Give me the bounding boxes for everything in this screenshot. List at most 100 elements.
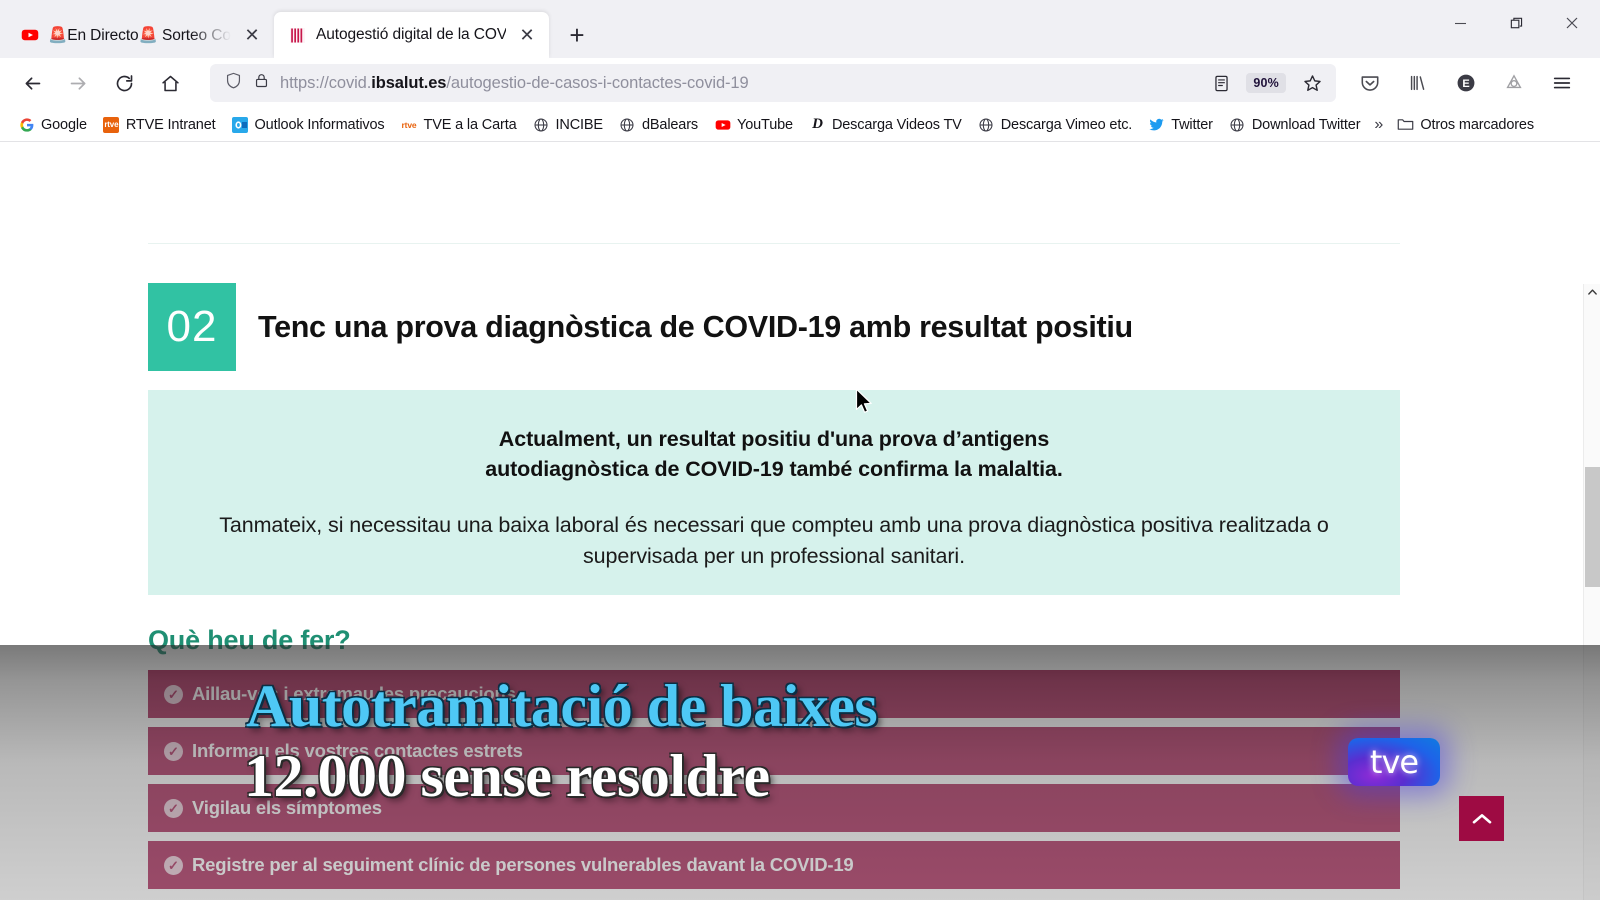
minimize-icon[interactable]: [1432, 0, 1488, 46]
action-bar-label: Registre per al seguiment clínic de pers…: [192, 854, 854, 875]
google-icon: [18, 116, 35, 133]
home-button[interactable]: [150, 63, 190, 103]
faint-divider: [148, 243, 1400, 244]
youtube-icon: [714, 116, 731, 133]
broadcast-headline-line-2: 12.000 sense resoldre: [244, 743, 770, 809]
bookmark-star-icon[interactable]: [1296, 63, 1328, 103]
tab-autogestio-covid[interactable]: Autogestió digital de la COVID- ✕: [274, 12, 549, 58]
globe-icon: [978, 116, 995, 133]
account-icon[interactable]: E: [1446, 63, 1486, 103]
page-title: Tenc una prova diagnòstica de COVID-19 a…: [258, 310, 1133, 344]
scroll-up-icon[interactable]: [1584, 284, 1600, 301]
bookmarks-overflow-icon[interactable]: »: [1368, 113, 1389, 137]
check-icon: ✓: [164, 798, 183, 818]
bookmark-descarga-videos-tv[interactable]: D Descarga Videos TV: [801, 113, 970, 136]
app-menu-icon[interactable]: [1542, 63, 1582, 103]
folder-icon: [1397, 116, 1414, 133]
tab-youtube[interactable]: 🚨En Directo🚨 Sorteo Copa de ✕: [6, 12, 274, 58]
rtve-icon: rtve: [103, 116, 120, 133]
back-button[interactable]: [12, 63, 52, 103]
shield-icon[interactable]: [224, 71, 243, 95]
bookmark-twitter[interactable]: Twitter: [1140, 113, 1221, 136]
rtve-small-icon: rtve: [401, 119, 417, 130]
lock-icon[interactable]: [253, 72, 270, 94]
close-icon[interactable]: [1544, 0, 1600, 46]
bookmark-descarga-vimeo[interactable]: Descarga Vimeo etc.: [970, 113, 1140, 136]
bookmark-youtube[interactable]: YouTube: [706, 113, 801, 136]
window-controls: [1432, 0, 1600, 46]
url-path: /autogestio-de-casos-i-contactes-covid-1…: [446, 73, 749, 92]
bookmark-dbalears[interactable]: dBalears: [611, 113, 706, 136]
bookmark-label: TVE a la Carta: [423, 116, 517, 133]
navigation-toolbar: https://covid.ibsalut.es/autogestio-de-c…: [0, 58, 1600, 108]
page-viewport: 02 Tenc una prova diagnòstica de COVID-1…: [0, 142, 1600, 900]
svg-text:E: E: [1462, 78, 1469, 90]
check-icon: ✓: [164, 741, 183, 761]
action-bar-item[interactable]: ✓ Registre per al seguiment clínic de pe…: [148, 841, 1400, 889]
check-icon: ✓: [164, 855, 183, 875]
url-text[interactable]: https://covid.ibsalut.es/autogestio-de-c…: [280, 74, 1196, 93]
tab-title: Autogestió digital de la COVID-: [316, 26, 506, 43]
scroll-to-top-button[interactable]: [1459, 796, 1504, 841]
section-number-badge: 02: [148, 283, 236, 371]
bookmark-label: Descarga Videos TV: [831, 116, 962, 133]
callout-strong-line-1: Actualment, un resultat positiu d'una pr…: [498, 427, 1050, 451]
bookmark-download-twitter[interactable]: Download Twitter: [1221, 113, 1369, 136]
pocket-icon[interactable]: [1350, 63, 1390, 103]
restore-icon[interactable]: [1488, 0, 1544, 46]
new-tab-button[interactable]: +: [557, 15, 597, 55]
library-icon[interactable]: [1398, 63, 1438, 103]
youtube-icon: [20, 26, 39, 45]
vertical-scrollbar[interactable]: [1583, 284, 1600, 900]
scrollbar-thumb[interactable]: [1585, 467, 1600, 587]
reader-view-icon[interactable]: [1206, 63, 1236, 103]
mouse-cursor: [855, 388, 875, 416]
tab-bar: 🚨En Directo🚨 Sorteo Copa de ✕ Autogestió…: [0, 0, 1600, 58]
question-heading: Què heu de fer?: [148, 625, 351, 655]
close-icon[interactable]: ✕: [240, 23, 264, 47]
bookmark-google[interactable]: Google: [10, 113, 95, 136]
info-callout-box: Actualment, un resultat positiu d'una pr…: [148, 390, 1400, 595]
outlook-icon: [232, 116, 249, 133]
chevron-up-icon: [1472, 813, 1491, 823]
bookmark-label: Otros marcadores: [1420, 116, 1534, 133]
close-icon[interactable]: ✕: [515, 23, 539, 47]
bookmark-label: INCIBE: [555, 116, 604, 133]
tab-strip: 🚨En Directo🚨 Sorteo Copa de ✕ Autogestió…: [0, 0, 597, 58]
callout-strong-line-2: autodiagnòstica de COVID-19 també confir…: [485, 457, 1063, 481]
url-scheme: https://covid.: [280, 73, 372, 92]
bookmark-label: YouTube: [737, 116, 793, 133]
globe-icon: [1229, 116, 1246, 133]
bookmark-label: RTVE Intranet: [125, 116, 216, 133]
bookmark-label: Google: [41, 116, 87, 133]
bookmark-other-folder[interactable]: Otros marcadores: [1389, 113, 1542, 136]
bookmark-rtve-intranet[interactable]: rtve RTVE Intranet: [95, 113, 224, 136]
forward-button[interactable]: [58, 63, 98, 103]
bookmark-tve-a-la-carta[interactable]: rtve TVE a la Carta: [393, 113, 525, 136]
bookmark-incibe[interactable]: INCIBE: [525, 113, 611, 136]
address-bar[interactable]: https://covid.ibsalut.es/autogestio-de-c…: [210, 64, 1336, 102]
bookmark-label: Descarga Vimeo etc.: [1000, 116, 1133, 133]
broadcast-headline-line-1: Autotramitació de baixes: [246, 673, 878, 739]
toolbar-right-icons: E: [1350, 63, 1588, 103]
letter-d-icon: D: [812, 116, 823, 132]
browser-window: 🚨En Directo🚨 Sorteo Copa de ✕ Autogestió…: [0, 0, 1600, 900]
balearic-flag-icon: [288, 26, 307, 45]
tab-title: 🚨En Directo🚨 Sorteo Copa de: [48, 26, 231, 44]
bookmark-label: Outlook Informativos: [254, 116, 385, 133]
bookmark-label: Download Twitter: [1251, 116, 1361, 133]
tve-logo-text: tve: [1369, 743, 1419, 781]
section-header: 02 Tenc una prova diagnòstica de COVID-1…: [148, 283, 1133, 371]
extension-icon[interactable]: [1494, 63, 1534, 103]
bookmarks-bar: Google rtve RTVE Intranet Outlook Inform…: [0, 108, 1600, 142]
bookmark-outlook-informativos[interactable]: Outlook Informativos: [224, 113, 393, 136]
url-domain: ibsalut.es: [371, 73, 447, 92]
globe-icon: [619, 116, 636, 133]
web-page: 02 Tenc una prova diagnòstica de COVID-1…: [0, 142, 1583, 900]
reload-button[interactable]: [104, 63, 144, 103]
globe-icon: [533, 116, 550, 133]
check-icon: ✓: [164, 684, 183, 704]
bookmark-label: Twitter: [1171, 116, 1213, 133]
bookmark-label: dBalears: [641, 116, 698, 133]
zoom-level-badge[interactable]: 90%: [1246, 73, 1286, 93]
